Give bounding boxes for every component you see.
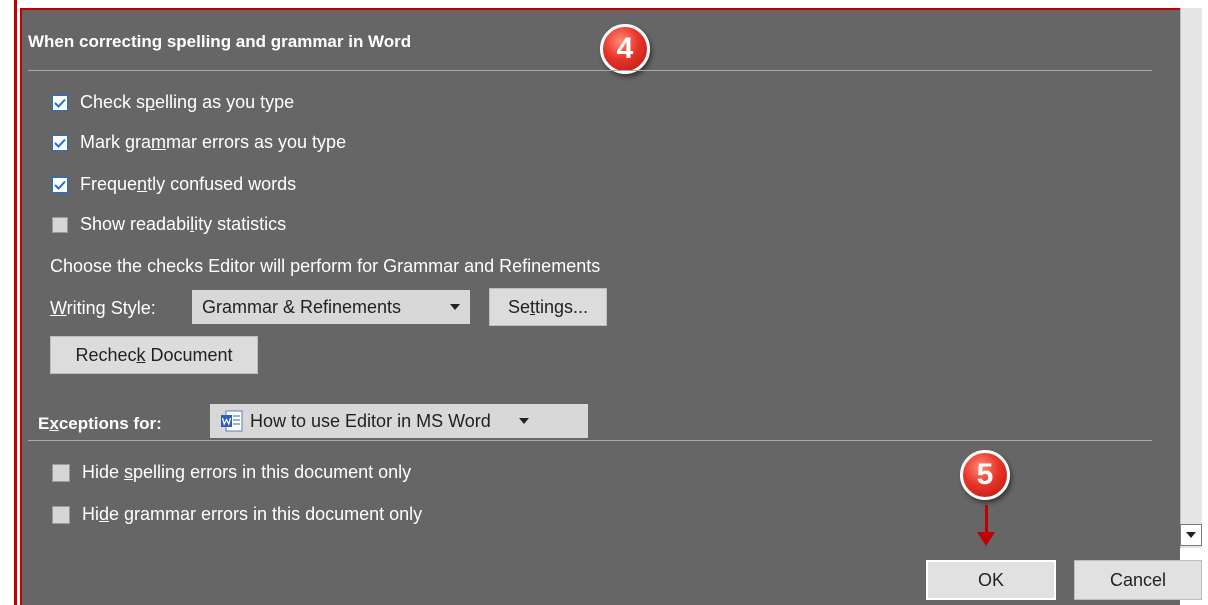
options-dialog: When correcting spelling and grammar in … — [0, 0, 1208, 605]
exceptions-dropdown[interactable]: How to use Editor in MS Word — [210, 404, 588, 438]
word-document-icon — [221, 410, 243, 432]
confused-words-label: Frequently confused words — [80, 174, 297, 194]
checkmark-icon — [54, 138, 66, 148]
recheck-document-button[interactable]: Recheck Document — [50, 336, 258, 374]
recheck-document-label: Recheck Document — [75, 344, 233, 365]
section-title: When correcting spelling and grammar in … — [28, 32, 412, 51]
step-badge-5: 5 — [960, 450, 1010, 500]
step-badge-4: 4 — [600, 24, 650, 74]
settings-button[interactable]: Settings... — [489, 288, 607, 326]
check-spelling-label: Check spelling as you type — [80, 92, 295, 112]
scroll-down-arrow-icon — [1186, 532, 1196, 538]
writing-style-label: Writing Style: — [50, 298, 156, 318]
checkbox-hide-grammar[interactable] — [52, 505, 70, 524]
hide-spelling-option[interactable]: Hide spelling errors in this document on… — [52, 462, 411, 483]
readability-option[interactable]: Show readability statistics — [52, 214, 286, 235]
mark-grammar-label: Mark grammar errors as you type — [80, 132, 347, 152]
chevron-down-icon — [518, 418, 529, 424]
arrow-down-icon — [977, 532, 995, 546]
proofing-panel: When correcting spelling and grammar in … — [20, 8, 1180, 605]
confused-words-option[interactable]: Frequently confused words — [52, 174, 296, 195]
hide-grammar-option[interactable]: Hide grammar errors in this document onl… — [52, 504, 422, 525]
settings-button-label: Settings... — [507, 296, 589, 317]
chevron-down-icon — [450, 304, 460, 310]
exceptions-label: Exceptions for: — [38, 414, 162, 433]
vertical-scrollbar[interactable] — [1180, 8, 1202, 548]
exceptions-value: How to use Editor in MS Word — [250, 410, 491, 431]
checks-description: Choose the checks Editor will perform fo… — [50, 256, 601, 276]
check-spelling-option[interactable]: Check spelling as you type — [52, 92, 294, 113]
checkmark-icon — [54, 180, 66, 190]
checkmark-icon — [54, 98, 66, 108]
section-divider — [28, 70, 1152, 71]
scroll-down-button[interactable] — [1180, 524, 1202, 546]
mark-grammar-option[interactable]: Mark grammar errors as you type — [52, 132, 346, 153]
checkbox-check-spelling[interactable] — [52, 94, 68, 111]
highlight-border-left — [14, 0, 17, 605]
writing-style-dropdown[interactable]: Grammar & Refinements — [192, 290, 470, 324]
cancel-button[interactable]: Cancel — [1074, 560, 1202, 600]
hide-grammar-label: Hide grammar errors in this document onl… — [82, 504, 423, 524]
ok-button[interactable]: OK — [926, 560, 1056, 600]
checkbox-hide-spelling[interactable] — [52, 463, 70, 482]
checkbox-readability[interactable] — [52, 216, 68, 233]
exceptions-divider — [28, 440, 1152, 441]
checkbox-mark-grammar[interactable] — [52, 134, 68, 151]
writing-style-value: Grammar & Refinements — [202, 296, 402, 317]
hide-spelling-label: Hide spelling errors in this document on… — [82, 462, 412, 482]
checkbox-confused-words[interactable] — [52, 176, 68, 193]
readability-label: Show readability statistics — [80, 214, 287, 234]
